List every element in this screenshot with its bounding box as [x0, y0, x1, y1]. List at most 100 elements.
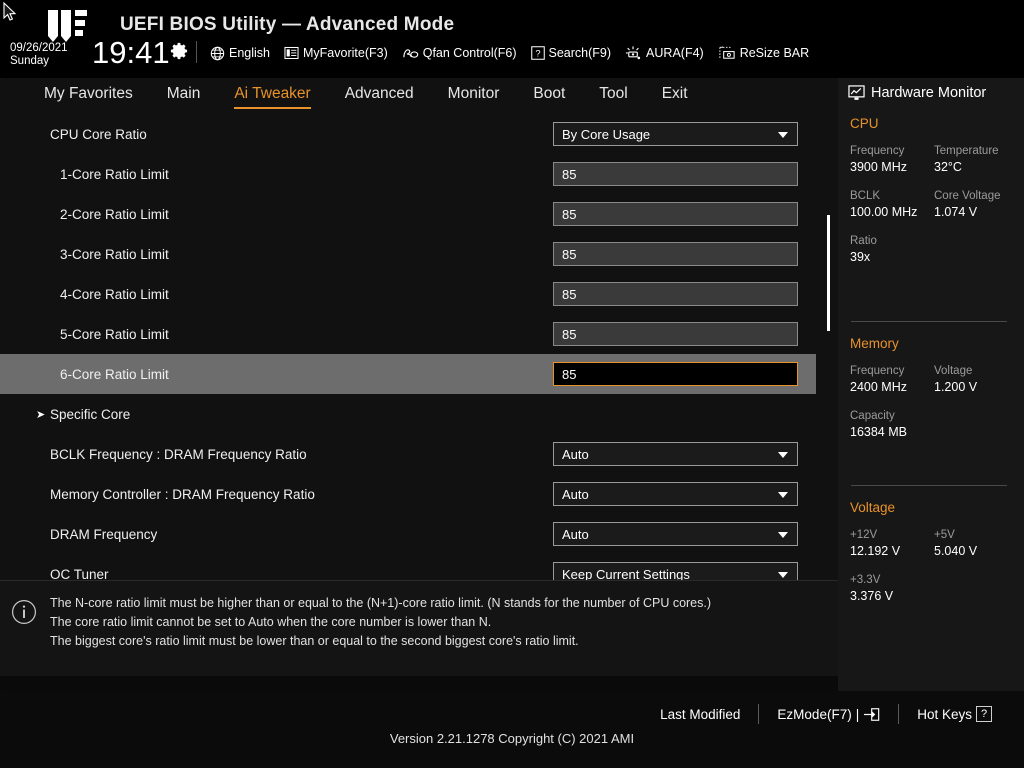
tab-monitor[interactable]: Monitor [448, 84, 500, 109]
submenu-arrow-icon: ➤ [36, 408, 45, 421]
hm-key: Ratio [850, 234, 1018, 249]
hm-section-voltage: Voltage +12V 12.192 V +5V 5.040 V +3.3V … [850, 500, 1018, 618]
bios-screen: UEFI BIOS Utility — Advanced Mode 09/26/… [0, 0, 1024, 768]
core-ratio-limit-3-input[interactable]: 85 [553, 242, 798, 266]
language-button[interactable]: English [210, 46, 270, 61]
settings-scrollbar-thumb[interactable] [827, 215, 830, 331]
setting-label: DRAM Frequency [50, 527, 157, 542]
setting-label: 6-Core Ratio Limit [60, 367, 169, 382]
setting-row-cpu-core-ratio[interactable]: CPU Core Ratio By Core Usage [0, 114, 816, 154]
settings-panel: CPU Core Ratio By Core Usage 1-Core Rati… [0, 114, 838, 580]
hardware-monitor-title: Hardware Monitor [871, 85, 986, 101]
myfavorite-button[interactable]: MyFavorite(F3) [284, 46, 388, 60]
tab-ai-tweaker[interactable]: Ai Tweaker [234, 84, 310, 109]
hm-key: +3.3V [850, 573, 1018, 588]
setting-row-specific-core[interactable]: ➤ Specific Core [0, 394, 816, 434]
setting-row-2-core-ratio-limit[interactable]: 2-Core Ratio Limit 85 [0, 194, 816, 234]
setting-label: CPU Core Ratio [50, 127, 147, 142]
bclk-dram-ratio-dropdown[interactable]: Auto [553, 442, 798, 466]
setting-row-3-core-ratio-limit[interactable]: 3-Core Ratio Limit 85 [0, 234, 816, 274]
setting-row-4-core-ratio-limit[interactable]: 4-Core Ratio Limit 85 [0, 274, 816, 314]
core-ratio-limit-6-input[interactable]: 85 [553, 362, 798, 386]
setting-label: 3-Core Ratio Limit [60, 247, 169, 262]
dram-frequency-dropdown[interactable]: Auto [553, 522, 798, 546]
hm-item-mem-frequency: Frequency 2400 MHz [850, 364, 934, 396]
hm-item-mem-voltage: Voltage 1.200 V [934, 364, 1018, 396]
hm-value: 3.376 V [850, 588, 1018, 605]
setting-row-1-core-ratio-limit[interactable]: 1-Core Ratio Limit 85 [0, 154, 816, 194]
hotkeys-button[interactable]: Hot Keys ? [899, 706, 1010, 722]
qfan-label: Qfan Control(F6) [423, 46, 517, 60]
header-divider [196, 41, 197, 63]
hm-section-title: Memory [850, 336, 1018, 351]
version-string: Version 2.21.1278 Copyright (C) 2021 AMI [0, 731, 1024, 746]
search-button[interactable]: ? Search(F9) [531, 46, 612, 60]
help-line: The N-core ratio limit must be higher th… [50, 594, 820, 613]
hm-divider-2 [851, 485, 1007, 486]
resize-bar-icon [718, 45, 736, 61]
hm-key: +12V [850, 528, 934, 543]
input-value: 85 [562, 327, 576, 342]
memory-controller-dram-ratio-dropdown[interactable]: Auto [553, 482, 798, 506]
setting-label: OC Tuner [50, 567, 109, 581]
hm-value: 39x [850, 249, 1018, 266]
hm-item-frequency: Frequency 3900 MHz [850, 144, 934, 176]
hardware-monitor-panel: Hardware Monitor CPU Frequency 3900 MHz … [838, 78, 1024, 691]
setting-row-oc-tuner[interactable]: OC Tuner Keep Current Settings [0, 554, 816, 580]
core-ratio-limit-4-input[interactable]: 85 [553, 282, 798, 306]
hm-item-core-voltage: Core Voltage 1.074 V [934, 189, 1018, 221]
ezmode-button[interactable]: EzMode(F7) | [759, 707, 898, 722]
settings-scrollbar-track[interactable] [826, 114, 830, 580]
setting-row-dram-frequency[interactable]: DRAM Frequency Auto [0, 514, 816, 554]
setting-label: 5-Core Ratio Limit [60, 327, 169, 342]
tuf-gaming-logo [46, 6, 90, 46]
monitor-chart-icon [848, 85, 865, 101]
tab-exit[interactable]: Exit [662, 84, 688, 109]
core-ratio-limit-5-input[interactable]: 85 [553, 322, 798, 346]
qfan-control-button[interactable]: Qfan Control(F6) [402, 46, 517, 61]
input-value: 85 [562, 367, 576, 382]
setting-row-memory-controller-dram-ratio[interactable]: Memory Controller : DRAM Frequency Ratio… [0, 474, 816, 514]
hm-voltage-grid: +12V 12.192 V +5V 5.040 V +3.3V 3.376 V [850, 528, 1018, 618]
aura-light-icon [625, 45, 642, 61]
ezmode-suffix: | [856, 707, 860, 722]
core-ratio-limit-2-input[interactable]: 85 [553, 202, 798, 226]
globe-icon [210, 46, 225, 61]
chevron-down-icon [778, 452, 788, 458]
dropdown-value: Auto [562, 447, 589, 462]
system-date: 09/26/2021 Sunday [10, 42, 68, 68]
cpu-core-ratio-dropdown[interactable]: By Core Usage [553, 122, 798, 146]
navigation-bar: My Favorites Main Ai Tweaker Advanced Mo… [0, 78, 838, 114]
hm-section-title: Voltage [850, 500, 1018, 515]
tab-main[interactable]: Main [167, 84, 201, 109]
hm-value: 100.00 MHz [850, 204, 934, 221]
hm-item-3-3v: +3.3V 3.376 V [850, 573, 1018, 605]
setting-row-6-core-ratio-limit[interactable]: 6-Core Ratio Limit 85 [0, 354, 816, 394]
svg-text:?: ? [535, 49, 540, 59]
gear-icon[interactable] [170, 42, 188, 60]
setting-row-bclk-dram-ratio[interactable]: BCLK Frequency : DRAM Frequency Ratio Au… [0, 434, 816, 474]
chevron-down-icon [778, 532, 788, 538]
hm-value: 12.192 V [850, 543, 934, 560]
dropdown-value: Auto [562, 527, 589, 542]
aura-button[interactable]: AURA(F4) [625, 45, 704, 61]
tab-boot[interactable]: Boot [533, 84, 565, 109]
hm-key: Core Voltage [934, 189, 1018, 204]
setting-label: 4-Core Ratio Limit [60, 287, 169, 302]
tab-advanced[interactable]: Advanced [345, 84, 414, 109]
core-ratio-limit-1-input[interactable]: 85 [553, 162, 798, 186]
tab-tool[interactable]: Tool [599, 84, 627, 109]
last-modified-button[interactable]: Last Modified [642, 707, 758, 722]
hm-key: +5V [934, 528, 1018, 543]
oc-tuner-dropdown[interactable]: Keep Current Settings [553, 562, 798, 580]
tab-my-favorites[interactable]: My Favorites [44, 84, 133, 109]
setting-label: 2-Core Ratio Limit [60, 207, 169, 222]
resize-bar-button[interactable]: ReSize BAR [718, 45, 809, 61]
input-value: 85 [562, 247, 576, 262]
language-label: English [229, 46, 270, 60]
hm-item-temperature: Temperature 32°C [934, 144, 1018, 176]
date-value: 09/26/2021 [10, 42, 68, 55]
setting-row-5-core-ratio-limit[interactable]: 5-Core Ratio Limit 85 [0, 314, 816, 354]
hm-key: Voltage [934, 364, 1018, 379]
hm-value: 3900 MHz [850, 159, 934, 176]
